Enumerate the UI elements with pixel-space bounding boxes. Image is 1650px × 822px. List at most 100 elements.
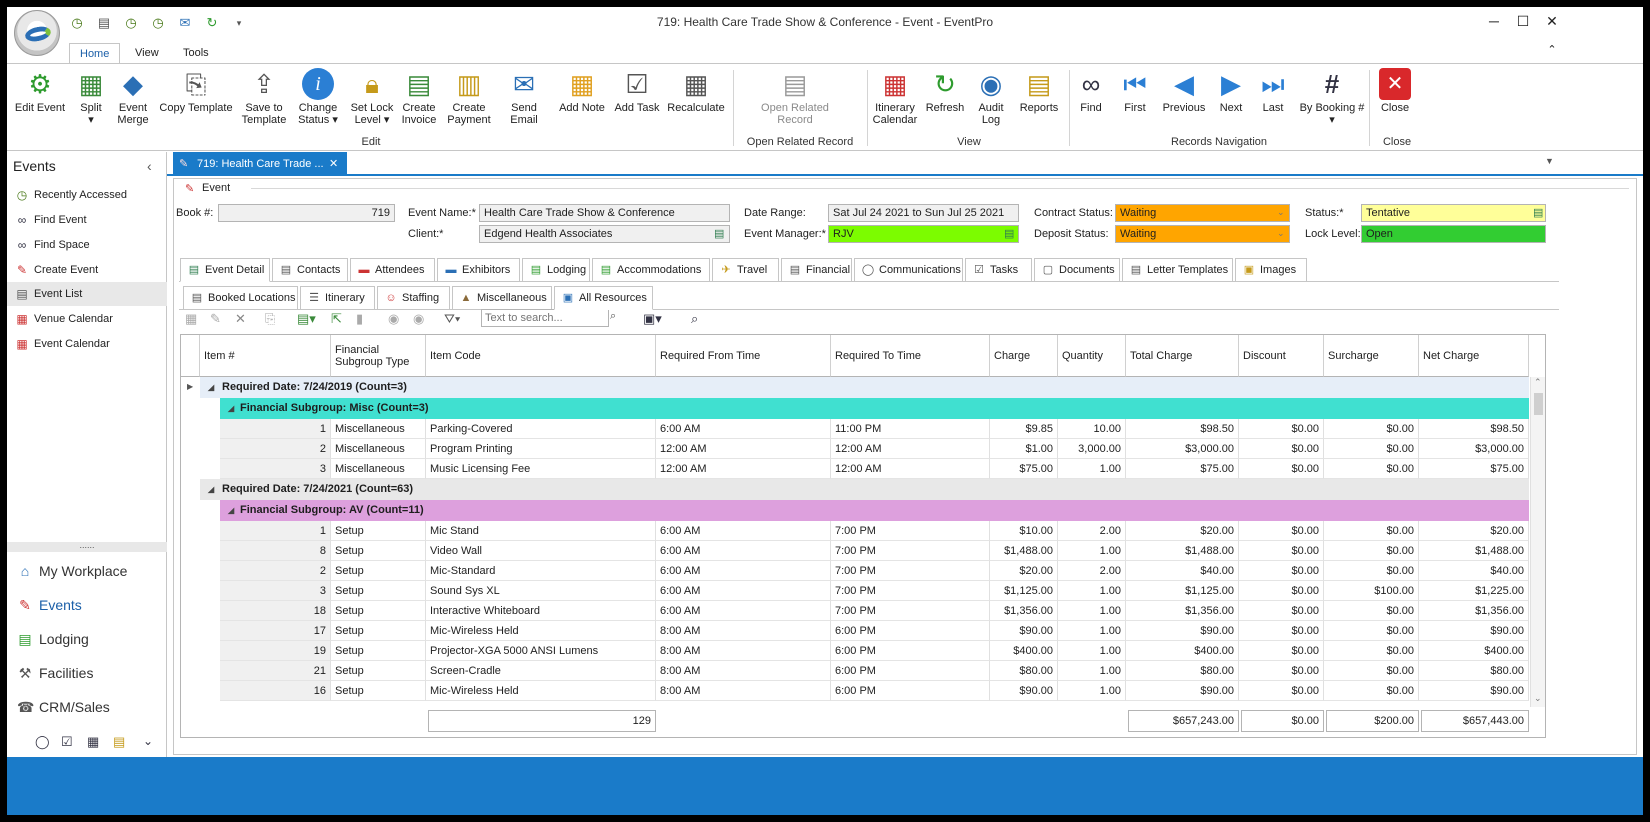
copy-icon[interactable]: ⎘ <box>265 311 275 327</box>
nav-item-recently-accessed[interactable]: ◷ Recently Accessed <box>7 183 167 207</box>
itinerary-calendar-button[interactable]: ▦ Itinerary Calendar <box>871 66 919 134</box>
table-row[interactable]: 19 Setup Projector-XGA 5000 ANSI Lumens 8:0… <box>181 641 1529 661</box>
add-note-button[interactable]: ▦ Add Note <box>557 66 607 134</box>
calculator-icon[interactable]: ▦ <box>87 734 99 750</box>
subtab-booked-locations[interactable]: ▤ Booked Locations <box>183 286 298 310</box>
edit-icon[interactable]: ✎ <box>210 311 221 327</box>
table-row[interactable]: 8 Setup Video Wall 6:00 AM 7:00 PM $1,488.00 1… <box>181 541 1529 561</box>
deposit-status-select[interactable]: Waiting <box>1115 225 1290 243</box>
table-row[interactable]: 1 Setup Mic Stand 6:00 AM 7:00 PM $10.00 2.00 $… <box>181 521 1529 541</box>
subtab-staffing[interactable]: ☺ Staffing <box>377 286 450 310</box>
table-row[interactable]: 1 Miscellaneous Parking-Covered 6:00 AM 11:0… <box>181 419 1529 439</box>
book-number-field[interactable]: 719 <box>218 204 395 222</box>
tab-list-icon[interactable]: ▼ <box>1545 156 1554 166</box>
subtab-itinerary[interactable]: ☰ Itinerary <box>300 286 375 310</box>
tab-letter-templates[interactable]: ▤ Letter Templates <box>1122 258 1233 282</box>
clipboard-icon[interactable]: ▤ <box>113 734 125 750</box>
edit-event-button[interactable]: ⚙ Edit Event <box>13 66 67 134</box>
tab-financial[interactable]: ▤ Financial <box>781 258 852 282</box>
event-merge-button[interactable]: ◆ Event Merge <box>113 66 153 134</box>
tab-tasks[interactable]: ☑ Tasks <box>965 258 1032 282</box>
tab-communications[interactable]: ◯ Communications <box>854 258 963 282</box>
lookup-icon[interactable]: ▤ <box>1004 227 1014 240</box>
close-record-button[interactable]: ✕ Close <box>1375 66 1415 134</box>
lock-level-field[interactable]: Open <box>1361 225 1546 243</box>
last-button[interactable]: ⏭ Last <box>1253 66 1293 134</box>
chevron-down-icon[interactable]: ⌄ <box>1277 228 1285 239</box>
maximize-icon[interactable]: ☐ <box>1512 13 1534 33</box>
previous-button[interactable]: ◀ Previous <box>1159 66 1209 134</box>
lookup-icon[interactable]: ▤ <box>1533 206 1543 219</box>
tab-accommodations[interactable]: ▤ Accommodations <box>592 258 710 282</box>
nav-item-event-list[interactable]: ▤ Event List <box>7 282 167 306</box>
search-input[interactable] <box>481 309 609 327</box>
collapse-icon[interactable]: ◢ <box>208 377 214 398</box>
subtab-all-resources[interactable]: ▣ All Resources <box>554 286 653 310</box>
split-button[interactable]: ▦ Split ▾ <box>73 66 109 134</box>
recalculate-button[interactable]: ▦ Recalculate <box>665 66 727 134</box>
chevron-down-icon[interactable]: ⌄ <box>143 734 153 748</box>
tab-travel[interactable]: ✈ Travel <box>712 258 779 282</box>
search-icon[interactable]: ⌕ <box>610 310 616 323</box>
save-to-template-button[interactable]: ⇪ Save to Template <box>239 66 289 134</box>
table-row[interactable]: 17 Setup Mic-Wireless Held 8:00 AM 6:00 PM $9… <box>181 621 1529 641</box>
circle-icon[interactable]: ◉ <box>388 311 399 327</box>
save-layout-icon[interactable]: ▣▾ <box>643 311 662 327</box>
create-payment-button[interactable]: ▥ Create Payment <box>445 66 493 134</box>
nav-item-create-event[interactable]: ✎ Create Event <box>7 258 167 282</box>
send-email-button[interactable]: ✉ Send Email <box>497 66 551 134</box>
circle-icon[interactable]: ◉ <box>413 311 424 327</box>
checklist-icon[interactable]: ☑ <box>61 734 73 750</box>
vertical-scrollbar[interactable]: ⌃ ⌄ <box>1530 377 1545 707</box>
table-row[interactable]: 21 Setup Screen-Cradle 8:00 AM 6:00 PM $80.00… <box>181 661 1529 681</box>
module-facilities[interactable]: ⚒ Facilities <box>7 656 167 690</box>
collapse-icon[interactable]: ◢ <box>208 479 214 500</box>
column-header-discount[interactable]: Discount <box>1239 335 1324 377</box>
column-header-item-[interactable]: Item # <box>200 335 331 377</box>
ribbon-tab-tools[interactable]: Tools <box>173 43 219 64</box>
column-header-surcharge[interactable]: Surcharge <box>1324 335 1419 377</box>
grid-icon[interactable]: ▦ <box>185 311 197 327</box>
column-header-financial-subgroup-type[interactable]: Financial Subgroup Type <box>331 335 426 377</box>
splitter[interactable]: ...... <box>7 541 167 552</box>
export-icon[interactable]: ⇱ <box>331 311 342 327</box>
close-tab-icon[interactable]: ✕ <box>329 152 338 176</box>
column-header-charge[interactable]: Charge <box>990 335 1058 377</box>
module-crm-sales[interactable]: ☎ CRM/Sales <box>7 690 167 724</box>
tab-attendees[interactable]: ▬ Attendees <box>350 258 435 282</box>
minimize-icon[interactable]: ─ <box>1483 13 1505 33</box>
column-header-required-from-time[interactable]: Required From Time <box>656 335 831 377</box>
date-range-field[interactable]: Sat Jul 24 2021 to Sun Jul 25 2021 <box>828 204 1019 222</box>
create-invoice-button[interactable]: ▤ Create Invoice <box>399 66 439 134</box>
date-group-row[interactable]: ◢ Required Date: 7/24/2019 (Count=3) <box>200 377 1529 398</box>
table-row[interactable]: 2 Setup Mic-Standard 6:00 AM 7:00 PM $20.00 2.… <box>181 561 1529 581</box>
date-group-row[interactable]: ◢ Required Date: 7/24/2021 (Count=63) <box>200 479 1529 500</box>
refresh-button[interactable]: ↻ Refresh <box>923 66 967 134</box>
ribbon-tab-view[interactable]: View <box>125 43 169 64</box>
nav-item-find-event[interactable]: ∞ Find Event <box>7 208 167 232</box>
status-field[interactable]: Tentative <box>1361 204 1546 222</box>
scroll-thumb[interactable] <box>1534 393 1543 415</box>
change-status-button[interactable]: i Change Status ▾ <box>293 66 343 134</box>
table-row[interactable]: 3 Miscellaneous Music Licensing Fee 12:00 A… <box>181 459 1529 479</box>
next-button[interactable]: ▶ Next <box>1211 66 1251 134</box>
tab-exhibitors[interactable]: ▬ Exhibitors <box>437 258 520 282</box>
lookup-icon[interactable]: ▤ <box>714 227 724 240</box>
open-related-record-button[interactable]: ▤ Open Related Record <box>753 66 837 134</box>
subgroup-group-row[interactable]: ◢ Financial Subgroup: Misc (Count=3) <box>220 398 1529 419</box>
column-header-quantity[interactable]: Quantity <box>1058 335 1126 377</box>
filter-icon[interactable]: ⛛▾ <box>444 311 460 327</box>
first-button[interactable]: ⏮ First <box>1115 66 1155 134</box>
audit-log-button[interactable]: ◉ Audit Log <box>971 66 1011 134</box>
find-button[interactable]: ∞ Find <box>1071 66 1111 134</box>
table-row[interactable]: 3 Setup Sound Sys XL 6:00 AM 7:00 PM $1,125.0… <box>181 581 1529 601</box>
module-lodging[interactable]: ▤ Lodging <box>7 622 167 656</box>
module-events[interactable]: ✎ Events <box>7 588 167 622</box>
client-field[interactable]: Edgend Health Associates <box>479 225 730 243</box>
collapse-icon[interactable]: ◢ <box>228 398 234 419</box>
document-tab[interactable]: ✎ 719: Health Care Trade ... ✕ <box>173 152 347 176</box>
set-lock-level-button[interactable]: 🔒︎ Set Lock Level ▾ <box>347 66 397 134</box>
contract-status-select[interactable]: Waiting <box>1115 204 1290 222</box>
by-booking-button[interactable]: # By Booking # ▾ <box>1297 66 1367 134</box>
nav-item-event-calendar[interactable]: ▦ Event Calendar <box>7 332 167 356</box>
